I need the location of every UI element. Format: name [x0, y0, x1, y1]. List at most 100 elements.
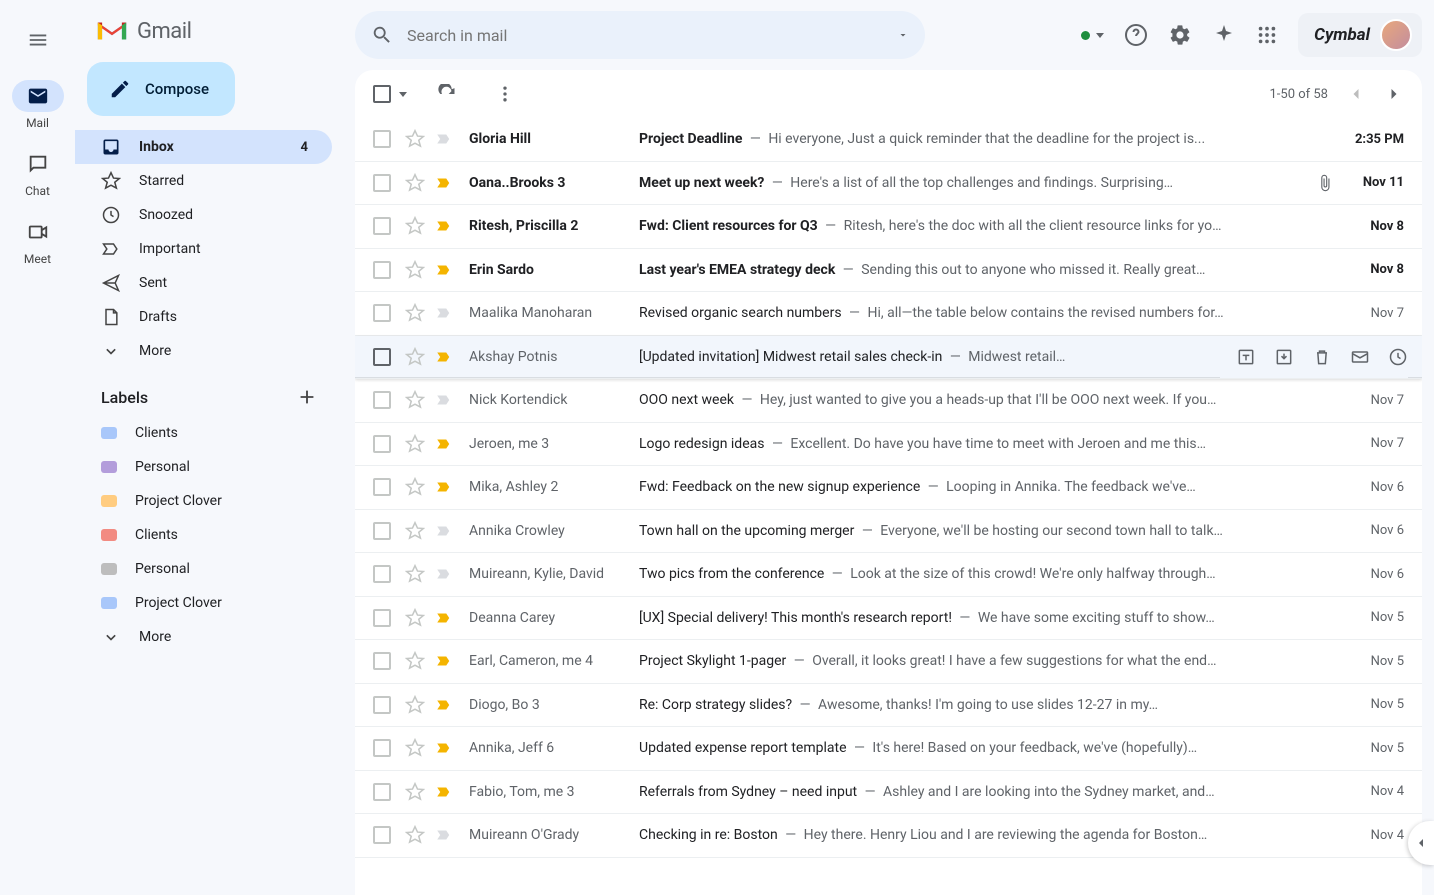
row-checkbox[interactable]	[373, 348, 393, 366]
email-row[interactable]: Maalika Manoharan Revised organic search…	[355, 292, 1422, 336]
row-checkbox[interactable]	[373, 174, 393, 192]
sparkle-icon[interactable]	[1212, 23, 1236, 47]
star-button[interactable]	[405, 564, 425, 584]
star-button[interactable]	[405, 260, 425, 280]
email-row[interactable]: Ritesh, Priscilla 2 Fwd: Client resource…	[355, 205, 1422, 249]
importance-marker[interactable]	[435, 174, 455, 192]
email-row[interactable]: Oana..Brooks 3 Meet up next week? — Here…	[355, 162, 1422, 206]
email-row[interactable]: Akshay Potnis [Updated invitation] Midwe…	[355, 336, 1422, 380]
email-row[interactable]: Muireann, Kylie, David Two pics from the…	[355, 553, 1422, 597]
nav-starred[interactable]: Starred	[75, 164, 332, 198]
next-page-button[interactable]	[1384, 84, 1404, 104]
star-button[interactable]	[405, 173, 425, 193]
email-row[interactable]: Diogo, Bo 3 Re: Corp strategy slides? — …	[355, 684, 1422, 728]
compose-button[interactable]: Compose	[87, 62, 235, 116]
row-checkbox[interactable]	[373, 261, 393, 279]
importance-marker[interactable]	[435, 609, 455, 627]
label-item[interactable]: Clients	[75, 518, 332, 552]
email-row[interactable]: Mika, Ashley 2 Fwd: Feedback on the new …	[355, 466, 1422, 510]
row-checkbox[interactable]	[373, 304, 393, 322]
importance-marker[interactable]	[435, 739, 455, 757]
more-button[interactable]	[487, 76, 523, 112]
importance-marker[interactable]	[435, 348, 455, 366]
label-item[interactable]: Project Clover	[75, 484, 332, 518]
importance-marker[interactable]	[435, 130, 455, 148]
star-button[interactable]	[405, 347, 425, 367]
label-item[interactable]: Personal	[75, 552, 332, 586]
nav-inbox[interactable]: Inbox 4	[75, 130, 332, 164]
email-row[interactable]: Annika, Jeff 6 Updated expense report te…	[355, 727, 1422, 771]
importance-marker[interactable]	[435, 696, 455, 714]
search-options-icon[interactable]	[897, 29, 909, 41]
select-all-checkbox[interactable]	[373, 85, 407, 103]
email-row[interactable]: Deanna Carey [UX] Special delivery! This…	[355, 597, 1422, 641]
star-button[interactable]	[405, 303, 425, 323]
star-button[interactable]	[405, 825, 425, 845]
email-row[interactable]: Muireann O'Grady Checking in re: Boston …	[355, 814, 1422, 858]
importance-marker[interactable]	[435, 435, 455, 453]
settings-icon[interactable]	[1168, 23, 1192, 47]
nav-important[interactable]: Important	[75, 232, 332, 266]
star-button[interactable]	[405, 521, 425, 541]
star-button[interactable]	[405, 695, 425, 715]
nav-snoozed[interactable]: Snoozed	[75, 198, 332, 232]
account-switcher[interactable]: Cymbal	[1298, 13, 1422, 57]
importance-marker[interactable]	[435, 652, 455, 670]
star-button[interactable]	[405, 608, 425, 628]
prev-page-button[interactable]	[1346, 84, 1366, 104]
search-bar[interactable]	[355, 11, 925, 59]
refresh-button[interactable]	[429, 76, 465, 112]
row-checkbox[interactable]	[373, 652, 393, 670]
labels-more[interactable]: More	[75, 620, 332, 654]
delete-icon[interactable]	[1312, 347, 1332, 367]
row-checkbox[interactable]	[373, 522, 393, 540]
help-icon[interactable]	[1124, 23, 1148, 47]
logo[interactable]: Gmail	[83, 8, 332, 62]
row-checkbox[interactable]	[373, 783, 393, 801]
email-row[interactable]: Gloria Hill Project Deadline — Hi everyo…	[355, 118, 1422, 162]
importance-marker[interactable]	[435, 826, 455, 844]
row-checkbox[interactable]	[373, 435, 393, 453]
move-to-inbox-icon[interactable]	[1274, 347, 1294, 367]
star-button[interactable]	[405, 782, 425, 802]
importance-marker[interactable]	[435, 391, 455, 409]
nav-more[interactable]: More	[75, 334, 332, 368]
importance-marker[interactable]	[435, 217, 455, 235]
row-checkbox[interactable]	[373, 609, 393, 627]
label-item[interactable]: Personal	[75, 450, 332, 484]
star-button[interactable]	[405, 738, 425, 758]
status-indicator[interactable]	[1081, 31, 1104, 40]
search-input[interactable]	[407, 26, 883, 45]
main-menu-button[interactable]	[16, 18, 60, 62]
apps-icon[interactable]	[1256, 24, 1278, 46]
mark-read-icon[interactable]	[1350, 347, 1370, 367]
email-row[interactable]: Annika Crowley Town hall on the upcoming…	[355, 510, 1422, 554]
row-checkbox[interactable]	[373, 478, 393, 496]
row-checkbox[interactable]	[373, 826, 393, 844]
row-checkbox[interactable]	[373, 565, 393, 583]
row-checkbox[interactable]	[373, 391, 393, 409]
importance-marker[interactable]	[435, 783, 455, 801]
star-button[interactable]	[405, 651, 425, 671]
email-row[interactable]: Nick Kortendick OOO next week — Hey, jus…	[355, 379, 1422, 423]
rail-meet[interactable]: Meet	[12, 216, 64, 266]
star-button[interactable]	[405, 477, 425, 497]
star-button[interactable]	[405, 216, 425, 236]
snooze-icon[interactable]	[1388, 347, 1408, 367]
email-row[interactable]: Erin Sardo Last year's EMEA strategy dec…	[355, 249, 1422, 293]
row-checkbox[interactable]	[373, 217, 393, 235]
nav-drafts[interactable]: Drafts	[75, 300, 332, 334]
star-button[interactable]	[405, 390, 425, 410]
add-label-button[interactable]	[296, 386, 318, 408]
importance-marker[interactable]	[435, 478, 455, 496]
archive-icon[interactable]	[1236, 347, 1256, 367]
rail-mail[interactable]: Mail	[12, 80, 64, 130]
row-checkbox[interactable]	[373, 130, 393, 148]
email-row[interactable]: Fabio, Tom, me 3 Referrals from Sydney –…	[355, 771, 1422, 815]
label-item[interactable]: Project Clover	[75, 586, 332, 620]
row-checkbox[interactable]	[373, 696, 393, 714]
nav-sent[interactable]: Sent	[75, 266, 332, 300]
importance-marker[interactable]	[435, 522, 455, 540]
importance-marker[interactable]	[435, 261, 455, 279]
label-item[interactable]: Clients	[75, 416, 332, 450]
